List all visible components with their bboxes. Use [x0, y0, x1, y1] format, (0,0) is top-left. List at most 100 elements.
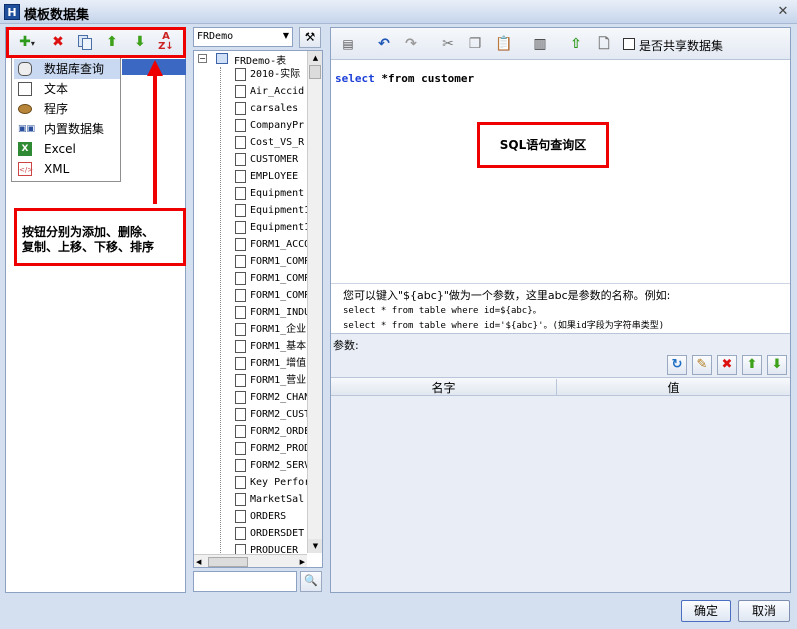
datasource-value: FRDemo: [197, 31, 234, 42]
table-item-label: EMPLOYEE: [250, 171, 299, 182]
menu-item-database-query[interactable]: 数据库查询: [14, 59, 120, 79]
scroll-h-thumb[interactable]: [208, 557, 248, 567]
annotation-arrow: [153, 64, 157, 204]
table-item-label: Equipment1: [250, 205, 307, 216]
annotation-arrowhead: [147, 60, 163, 76]
redo-icon[interactable]: ↷: [402, 35, 420, 53]
table-doc-icon: [235, 119, 246, 132]
table-doc-icon: [235, 68, 246, 81]
table-item-label: MarketSal: [250, 494, 305, 505]
table-doc-icon: [235, 493, 246, 506]
table-doc-icon: [235, 408, 246, 421]
tree-root[interactable]: − FRDemo-表: [196, 51, 316, 67]
ok-button[interactable]: 确定: [681, 600, 731, 622]
right-panel: ▤ ↶ ↷ ✂ ❐ 📋 ▥ ⇧ 🗋 是否共享数据集 select *from c…: [330, 27, 791, 593]
scroll-left-icon[interactable]: ◀: [196, 555, 201, 567]
table-item-label: FORM1_INDU: [250, 307, 307, 318]
params-label: 参数:: [333, 339, 359, 352]
columns-icon[interactable]: ▥: [531, 35, 549, 53]
table-item-label: ORDERS: [250, 511, 287, 522]
xml-icon: </>: [18, 162, 33, 176]
close-icon[interactable]: ✕: [775, 4, 791, 20]
scroll-thumb[interactable]: [309, 65, 321, 79]
table-doc-icon: [235, 238, 246, 251]
undo-icon[interactable]: ↶: [375, 35, 393, 53]
search-icon[interactable]: 🔍: [300, 571, 322, 592]
table-doc-icon: [235, 153, 246, 166]
menu-item-builtin-dataset[interactable]: ▣▣ 内置数据集: [14, 119, 120, 139]
table-item-label: FORM1_COMP: [250, 256, 307, 267]
toolbar-callout: 按钮分别为添加、删除、 复制、上移、下移、排序: [14, 208, 186, 266]
hint-line: 您可以键入"${abc}"做为一个参数，这里abc是参数的名称。例如:: [343, 289, 671, 302]
copy-icon[interactable]: ❐: [466, 35, 484, 53]
table-item-label: Key Perfor: [250, 477, 307, 488]
collapse-icon[interactable]: −: [198, 54, 207, 63]
menu-item-excel[interactable]: X Excel: [14, 139, 120, 159]
edit-icon[interactable]: ✎: [692, 355, 712, 375]
table-list: 2010-实际 Air_Accid carsales CompanyPr Cost_VS…: [235, 66, 307, 566]
table-group-icon: [216, 53, 228, 64]
table-doc-icon: [235, 527, 246, 540]
table-search-input[interactable]: [193, 571, 297, 592]
table-tree: − FRDemo-表 2010-实际 Air_Accid carsales Compa…: [193, 50, 323, 568]
table-doc-icon: [235, 272, 246, 285]
table-item-label: CUSTOMER: [250, 154, 299, 165]
scroll-up-icon[interactable]: ▲: [308, 51, 322, 65]
column-header-value[interactable]: 值: [557, 379, 790, 396]
table-doc-icon: [235, 204, 246, 217]
table-doc-icon: [235, 476, 246, 489]
table-doc-icon: [235, 221, 246, 234]
menu-item-label: 内置数据集: [44, 122, 105, 136]
table-item-label: ORDERSDET: [250, 528, 305, 539]
params-section: 参数: ↻ ✎ ✖ ⬆ ⬇ 名字 值: [331, 333, 790, 592]
tree-vertical-scrollbar[interactable]: ▲ ▼: [307, 51, 322, 553]
table-doc-icon: [235, 357, 246, 370]
param-hint: 您可以键入"${abc}"做为一个参数，这里abc是参数的名称。例如: sele…: [331, 283, 790, 333]
menu-item-label: 文本: [44, 82, 69, 96]
builtin-dataset-icon: ▣▣: [18, 124, 36, 134]
dataset-type-menu: 数据库查询 文本 程序 ▣▣ 内置数据集 X Excel </> XML: [11, 56, 186, 182]
run-query-icon[interactable]: ⇧: [567, 35, 585, 53]
table-doc-icon: [235, 391, 246, 404]
preview-icon[interactable]: ▤: [339, 35, 357, 53]
scroll-down-icon[interactable]: ▼: [308, 539, 322, 553]
up-arrow-icon[interactable]: ⬆: [742, 355, 762, 375]
menu-item-text[interactable]: 文本: [14, 79, 120, 99]
cut-icon[interactable]: ✂: [439, 35, 457, 53]
column-header-name[interactable]: 名字: [331, 379, 557, 396]
table-item-label: FORM1_增值: [250, 358, 307, 369]
share-checkbox[interactable]: [623, 38, 635, 50]
sql-editor[interactable]: select *from customer SQL语句查询区: [331, 65, 790, 283]
down-arrow-icon[interactable]: ⬇: [767, 355, 787, 375]
document-icon[interactable]: 🗋: [595, 35, 613, 53]
scroll-right-icon[interactable]: ▶: [300, 555, 305, 567]
title-bar: H 模板数据集 ✕: [0, 0, 797, 24]
table-item-label: FORM1_COMP: [250, 273, 307, 284]
tree-root-label: FRDemo-表: [234, 56, 287, 67]
table-item-label: 2010-实际: [250, 69, 301, 80]
cancel-button[interactable]: 取消: [738, 600, 790, 622]
params-table-header: 名字 值: [331, 377, 790, 396]
table-item-label: FORM2_ORDE: [250, 426, 307, 437]
table-item-label: Cost_VS_R: [250, 137, 305, 148]
table-doc-icon: [235, 323, 246, 336]
table-doc-icon: [235, 187, 246, 200]
table-item-label: FORM2_PROD: [250, 443, 307, 454]
menu-item-xml[interactable]: </> XML: [14, 159, 120, 179]
sql-rest: *from customer: [374, 72, 475, 85]
table-doc-icon: [235, 102, 246, 115]
refresh-icon[interactable]: ↻: [667, 355, 687, 375]
table-doc-icon: [235, 255, 246, 268]
paste-icon[interactable]: 📋: [495, 35, 513, 53]
red-x-icon[interactable]: ✖: [717, 355, 737, 375]
table-doc-icon: [235, 170, 246, 183]
menu-item-program[interactable]: 程序: [14, 99, 120, 119]
sql-callout-label: SQL语句查询区: [499, 138, 587, 152]
tools-icon[interactable]: ⚒: [299, 27, 321, 48]
table-item-label: Equipment1: [250, 222, 307, 233]
table-doc-icon: [235, 459, 246, 472]
table-item-label: Air_Accid: [250, 86, 305, 97]
tree-horizontal-scrollbar[interactable]: ◀ ▶: [194, 554, 307, 567]
table-item-label: FORM2_CUST: [250, 409, 307, 420]
datasource-select[interactable]: FRDemo ▼: [193, 27, 293, 47]
